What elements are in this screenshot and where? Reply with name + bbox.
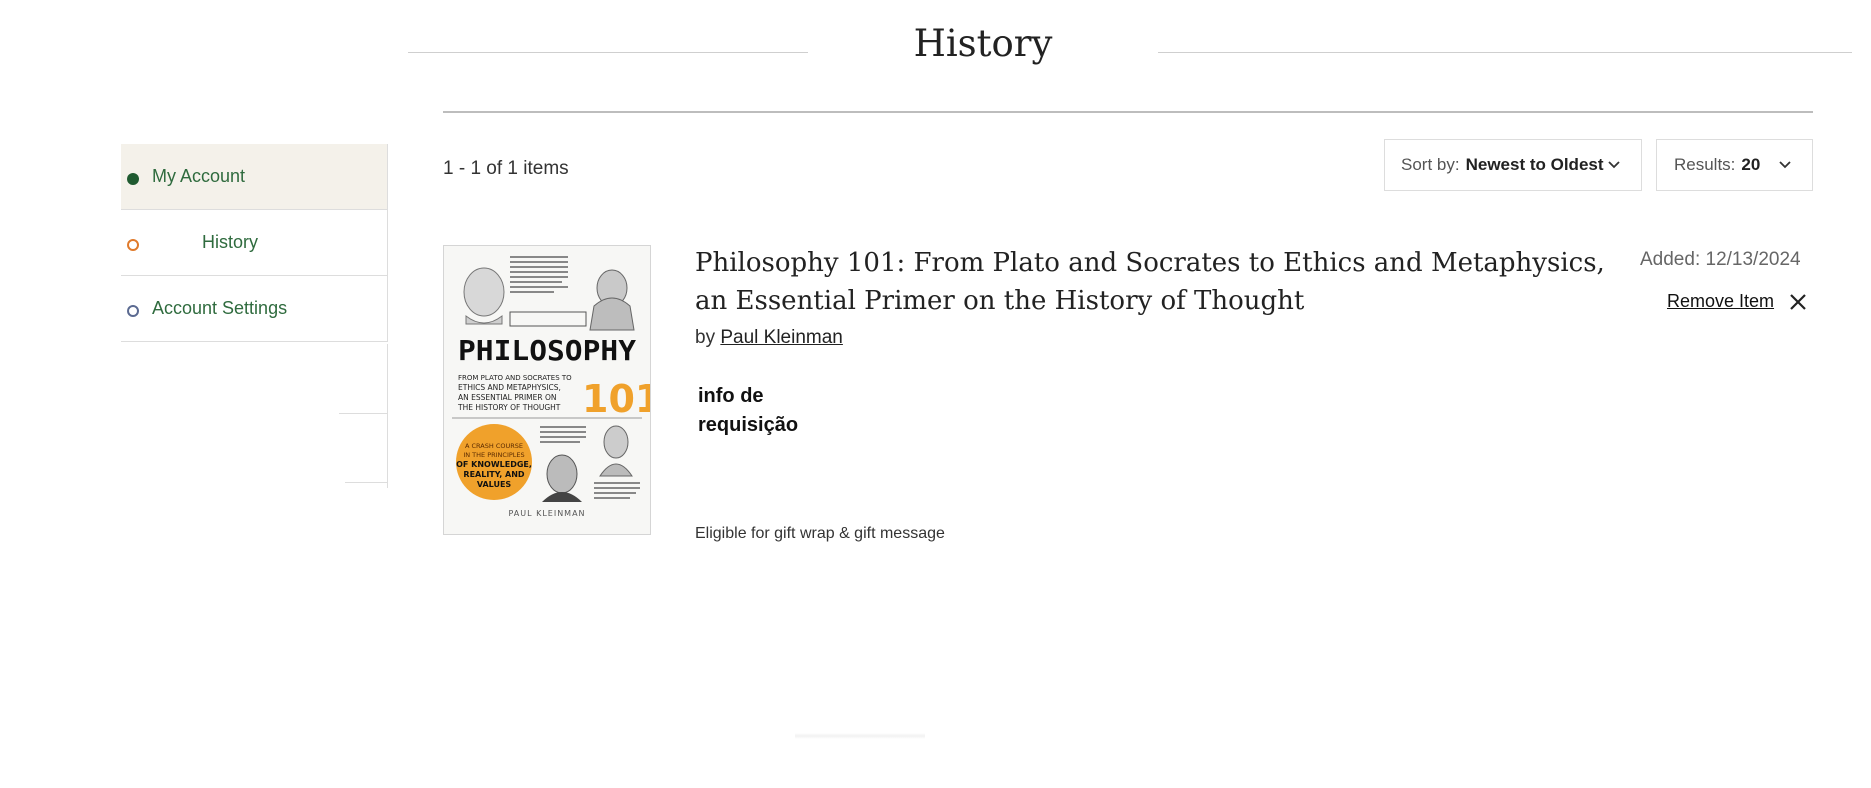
cover-badge-line: REALITY, AND [463, 470, 525, 479]
cover-badge-line: IN THE PRINCIPLES [463, 451, 524, 459]
cover-subtitle-line: FROM PLATO AND SOCRATES TO [458, 374, 572, 382]
sidebar-divider [345, 482, 387, 483]
book-cover-art: PHILOSOPHY FROM PLATO AND SOCRATES TO ET… [444, 246, 650, 534]
cover-subtitle-line: ETHICS AND METAPHYSICS, [458, 383, 561, 392]
sort-dropdown[interactable]: Sort by: Newest to Oldest [1384, 139, 1642, 191]
results-per-page-dropdown[interactable]: Results: 20 [1656, 139, 1813, 191]
sidebar-item-label: Account Settings [152, 298, 288, 318]
remove-item-label[interactable]: Remove Item [1667, 291, 1774, 312]
sidebar-divider [387, 344, 388, 488]
title-rule-right [1158, 52, 1852, 53]
sidebar-item-account-settings[interactable]: Account Settings [121, 276, 388, 342]
sidebar-item-my-account[interactable]: My Account [121, 144, 388, 210]
results-label: Results: [1674, 155, 1736, 174]
sort-label: Sort by: [1401, 155, 1460, 174]
close-icon[interactable] [1788, 292, 1808, 312]
results-value: 20 [1741, 155, 1761, 174]
decorative-shadow [795, 733, 925, 739]
remove-item-button[interactable]: Remove Item [1667, 291, 1808, 312]
account-sidebar: My Account History Account Settings [121, 144, 388, 342]
cover-badge-line: VALUES [477, 480, 512, 489]
cover-author-text: PAUL KLEINMAN [508, 509, 585, 518]
header-divider [443, 111, 1813, 113]
cover-badge-line: A CRASH COURSE [465, 442, 523, 450]
sidebar-item-label: My Account [152, 166, 246, 186]
byline: by Paul Kleinman [695, 327, 843, 349]
chevron-down-icon [1608, 161, 1620, 169]
chevron-down-icon [1779, 161, 1791, 169]
sidebar-item-label: History [202, 232, 259, 252]
cover-badge-line: OF KNOWLEDGE, [456, 460, 532, 469]
bullet-outline-icon [127, 305, 139, 317]
sidebar-divider [339, 413, 387, 414]
added-date: Added: 12/13/2024 [1640, 249, 1801, 270]
sidebar-item-history[interactable]: History [121, 210, 388, 276]
items-count: 1 - 1 of 1 items [443, 158, 569, 179]
cover-subtitle-line: THE HISTORY OF THOUGHT [457, 403, 561, 412]
author-link[interactable]: Paul Kleinman [720, 327, 843, 348]
bullet-filled-icon [127, 173, 139, 185]
request-info-text: info de requisição [698, 385, 799, 436]
cover-subtitle-line: AN ESSENTIAL PRIMER ON [458, 393, 557, 402]
bullet-outline-icon [127, 239, 139, 251]
sort-value: Newest to Oldest [1465, 155, 1604, 174]
book-title-link[interactable]: Philosophy 101: From Plato and Socrates … [695, 244, 1605, 320]
book-cover-image[interactable]: PHILOSOPHY FROM PLATO AND SOCRATES TO ET… [443, 245, 651, 535]
cover-title-text: PHILOSOPHY [458, 334, 636, 367]
title-rule-left [408, 52, 808, 53]
page-title: History [913, 22, 1053, 65]
cover-number-text: 101 [582, 377, 650, 421]
by-label: by [695, 327, 716, 348]
gift-eligibility-text: Eligible for gift wrap & gift message [695, 525, 945, 542]
